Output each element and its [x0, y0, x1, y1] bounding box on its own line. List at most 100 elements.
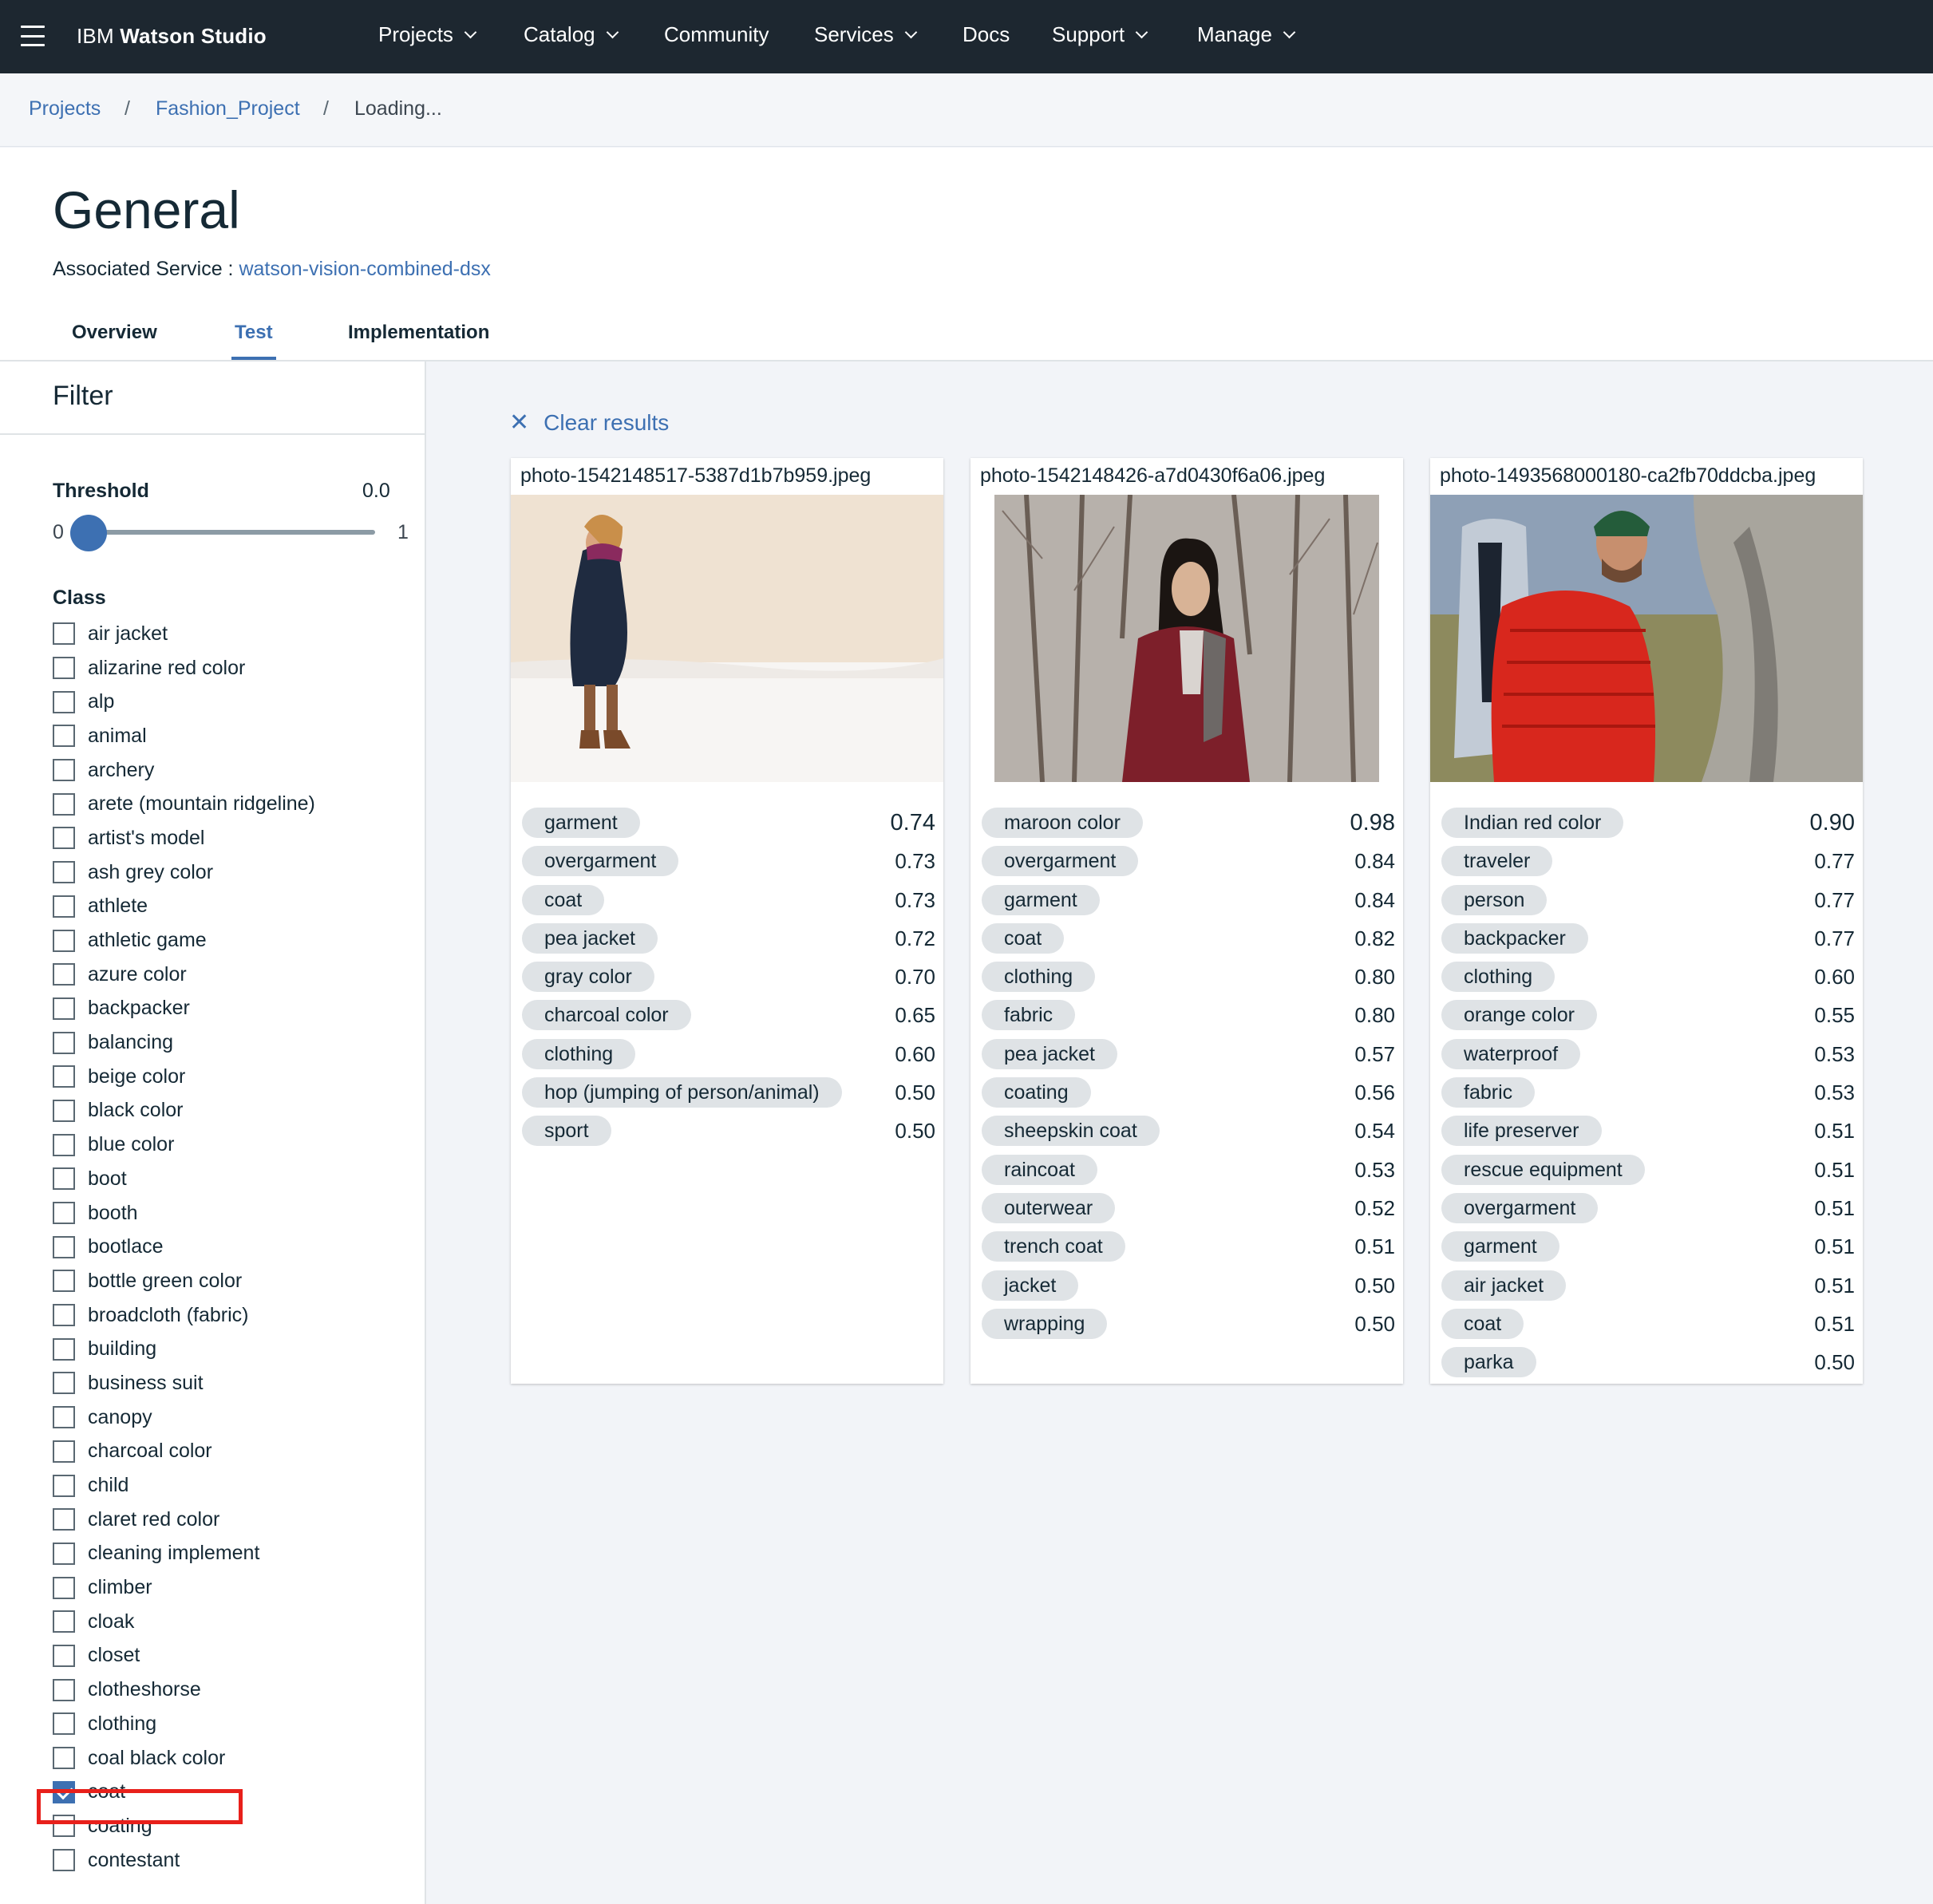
threshold-slider-handle[interactable]	[70, 515, 107, 551]
class-item[interactable]: broadcloth (fabric)	[53, 1298, 315, 1333]
checkbox[interactable]	[53, 1202, 75, 1225]
nav-support[interactable]: Support	[1052, 22, 1148, 47]
checkbox[interactable]	[53, 1099, 75, 1122]
class-item[interactable]: climber	[53, 1570, 315, 1605]
checkbox[interactable]	[53, 1167, 75, 1191]
checkbox[interactable]	[53, 1031, 75, 1054]
checkbox[interactable]	[53, 1372, 75, 1395]
checkbox[interactable]	[53, 1440, 75, 1463]
checkbox[interactable]	[53, 1644, 75, 1667]
checkbox[interactable]	[53, 690, 75, 713]
tab-test[interactable]: Test	[235, 322, 273, 344]
class-item[interactable]: contestant	[53, 1843, 315, 1878]
class-item-label: balancing	[88, 1031, 174, 1054]
class-item[interactable]: business suit	[53, 1366, 315, 1400]
checkbox[interactable]	[53, 792, 75, 816]
class-item-label: alizarine red color	[88, 656, 246, 679]
checkbox[interactable]	[53, 1337, 75, 1361]
checkbox[interactable]	[53, 1678, 75, 1701]
class-item[interactable]: alizarine red color	[53, 651, 315, 685]
class-item[interactable]: bootlace	[53, 1230, 315, 1264]
breadcrumb-projects[interactable]: Projects	[29, 97, 101, 120]
breadcrumb-fashion-project[interactable]: Fashion_Project	[156, 97, 300, 120]
class-item[interactable]: canopy	[53, 1400, 315, 1435]
checkbox[interactable]	[53, 1610, 75, 1633]
nav-community[interactable]: Community	[664, 22, 769, 47]
class-item[interactable]: archery	[53, 753, 315, 788]
checkbox[interactable]	[53, 997, 75, 1020]
checkbox[interactable]	[53, 1712, 75, 1736]
class-item[interactable]: balancing	[53, 1025, 315, 1060]
hamburger-menu-icon[interactable]	[21, 26, 45, 46]
class-tag: coat	[522, 884, 605, 915]
class-item[interactable]: closet	[53, 1639, 315, 1673]
checkbox[interactable]	[53, 622, 75, 646]
tag-row: coat 0.73	[522, 882, 935, 920]
checkbox[interactable]	[53, 861, 75, 884]
checkbox[interactable]	[53, 1542, 75, 1565]
brand-logo[interactable]: IBM Watson Studio	[77, 24, 267, 49]
class-item[interactable]: boot	[53, 1162, 315, 1196]
checkbox[interactable]	[53, 1133, 75, 1156]
checkbox[interactable]	[53, 1270, 75, 1293]
class-item[interactable]: claret red color	[53, 1503, 315, 1537]
checkbox[interactable]	[53, 1235, 75, 1258]
class-item[interactable]: clotheshorse	[53, 1673, 315, 1707]
class-item[interactable]: air jacket	[53, 617, 315, 651]
class-item[interactable]: clothing	[53, 1707, 315, 1741]
tab-overview[interactable]: Overview	[72, 322, 157, 344]
class-item[interactable]: cloak	[53, 1605, 315, 1639]
clear-results-button[interactable]: ✕ Clear results	[509, 409, 669, 436]
nav-services[interactable]: Services	[814, 22, 917, 47]
checkbox[interactable]	[53, 1065, 75, 1088]
class-item[interactable]: alp	[53, 685, 315, 719]
confidence-score: 0.54	[1354, 1119, 1395, 1144]
checkbox[interactable]	[53, 895, 75, 918]
chevron-down-icon	[1283, 26, 1296, 39]
class-item[interactable]: ash grey color	[53, 855, 315, 890]
tag-row: hop (jumping of person/animal) 0.50	[522, 1074, 935, 1112]
confidence-score: 0.70	[895, 965, 935, 990]
nav-manage[interactable]: Manage	[1197, 22, 1296, 47]
tab-implementation[interactable]: Implementation	[348, 322, 489, 344]
checkbox[interactable]	[53, 1747, 75, 1770]
class-item[interactable]: artist's model	[53, 821, 315, 855]
checkbox[interactable]	[53, 759, 75, 782]
class-item[interactable]: building	[53, 1332, 315, 1366]
checkbox[interactable]	[53, 963, 75, 986]
class-item[interactable]: black color	[53, 1094, 315, 1128]
result-image	[1430, 495, 1863, 782]
class-item[interactable]: athletic game	[53, 923, 315, 958]
class-item[interactable]: booth	[53, 1196, 315, 1230]
checkbox[interactable]	[53, 1849, 75, 1872]
nav-catalog[interactable]: Catalog	[524, 22, 619, 47]
checkbox[interactable]	[53, 1406, 75, 1429]
checkbox[interactable]	[53, 929, 75, 952]
nav-projects[interactable]: Projects	[378, 22, 477, 47]
checkbox[interactable]	[53, 1576, 75, 1599]
nav-docs[interactable]: Docs	[963, 22, 1010, 47]
associated-service-link[interactable]: watson-vision-combined-dsx	[239, 258, 490, 280]
class-item[interactable]: backpacker	[53, 992, 315, 1026]
class-tag: traveler	[1441, 846, 1553, 877]
class-item[interactable]: coal black color	[53, 1741, 315, 1776]
class-item[interactable]: bottle green color	[53, 1264, 315, 1298]
class-item[interactable]: azure color	[53, 958, 315, 992]
checkbox[interactable]	[53, 827, 75, 850]
checkbox[interactable]	[53, 657, 75, 680]
checkbox[interactable]	[53, 1508, 75, 1531]
class-item[interactable]: arete (mountain ridgeline)	[53, 787, 315, 821]
class-item[interactable]: animal	[53, 719, 315, 753]
tag-row: parka 0.50	[1441, 1344, 1855, 1382]
class-item[interactable]: athlete	[53, 890, 315, 924]
class-item[interactable]: child	[53, 1468, 315, 1503]
class-item[interactable]: cleaning implement	[53, 1537, 315, 1571]
checkbox[interactable]	[53, 725, 75, 748]
tag-row: rescue equipment 0.51	[1441, 1151, 1855, 1190]
class-item[interactable]: beige color	[53, 1060, 315, 1094]
threshold-slider-track[interactable]	[88, 530, 375, 535]
checkbox[interactable]	[53, 1474, 75, 1497]
checkbox[interactable]	[53, 1304, 75, 1327]
class-item[interactable]: charcoal color	[53, 1435, 315, 1469]
class-item[interactable]: blue color	[53, 1128, 315, 1162]
